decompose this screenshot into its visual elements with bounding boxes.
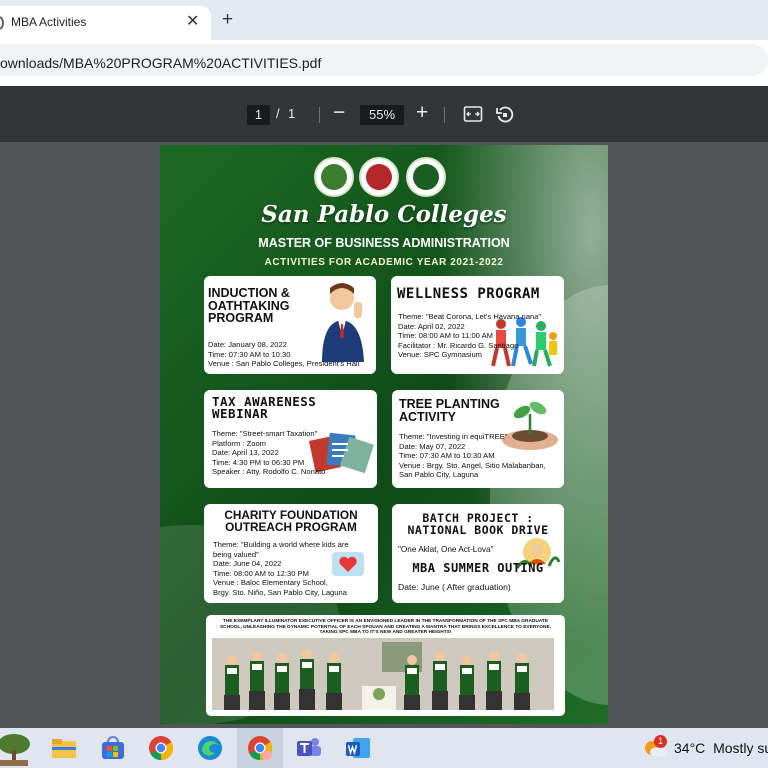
card-heading: TREE PLANTING ACTIVITY: [399, 397, 500, 424]
notification-badge: 1: [654, 735, 667, 748]
globe-icon: [0, 16, 4, 30]
footer-statement: THE EXEMPLARY ILLUMINATOR EXECUTIVE OFFI…: [219, 619, 552, 636]
card-heading: BATCH PROJECT : NATIONAL BOOK DRIVE: [407, 511, 549, 537]
pdf-viewer[interactable]: San Pablo Colleges MASTER OF BUSINESS AD…: [0, 142, 768, 728]
page-number-input[interactable]: 1: [247, 105, 270, 125]
college-seal-logo: [314, 157, 354, 197]
close-icon[interactable]: ✕: [186, 11, 199, 31]
summer-outing-label: MBA SUMMER OUTING: [412, 561, 544, 575]
zoom-in-button[interactable]: +: [416, 99, 428, 127]
card-tax: TAX AWARENESS WEBINAR Theme: "Street-sma…: [204, 390, 377, 488]
toolbar-divider: [444, 107, 445, 123]
card-body: Theme: "Beat Corona, Let's Havana nana" …: [398, 312, 542, 360]
card-heading: CHARITY FOUNDATION OUTREACH PROGRAM: [224, 508, 358, 534]
file-explorer-icon[interactable]: [51, 735, 77, 761]
toolbar-divider: [319, 107, 320, 123]
chrome-profile-icon[interactable]: [247, 735, 273, 761]
card-batch-project: BATCH PROJECT : NATIONAL BOOK DRIVE "One…: [392, 504, 564, 603]
card-charity: CHARITY FOUNDATION OUTREACH PROGRAM Them…: [204, 504, 378, 603]
new-tab-button[interactable]: +: [222, 9, 233, 31]
chrome-icon[interactable]: [148, 735, 174, 761]
tab-title: MBA Activities: [11, 15, 87, 29]
institute-seal-logo: [406, 157, 446, 197]
url-text[interactable]: ownloads/MBA%20PROGRAM%20ACTIVITIES.pdf: [0, 55, 321, 71]
pdf-page: San Pablo Colleges MASTER OF BUSINESS AD…: [160, 145, 608, 724]
temperature: 34°C: [674, 740, 706, 756]
program-title: MASTER OF BUSINESS ADMINISTRATION: [258, 236, 510, 250]
page-total: 1: [288, 106, 296, 121]
word-icon[interactable]: [345, 735, 371, 761]
school-title: San Pablo Colleges: [261, 201, 507, 228]
zoom-level-input[interactable]: 55%: [360, 105, 404, 125]
card-tree: TREE PLANTING ACTIVITY Theme: "Investing…: [392, 390, 564, 488]
card-heading: WELLNESS PROGRAM: [397, 286, 540, 302]
weather-condition: Mostly su: [713, 740, 768, 756]
card-body: Theme: "Street-smart Taxation" Platform …: [212, 429, 326, 477]
teams-icon[interactable]: [296, 735, 322, 761]
footer-panel: THE EXEMPLARY ILLUMINATOR EXECUTIVE OFFI…: [206, 615, 565, 716]
bonsai-widget-icon[interactable]: [0, 730, 34, 766]
card-wellness: WELLNESS PROGRAM Theme: "Beat Corona, Le…: [391, 276, 564, 374]
pdf-toolbar: 1 / 1 − 55% +: [0, 86, 768, 142]
card-theme: "One Aklat, One Act-Lova": [398, 545, 494, 554]
card-heading: INDUCTION & OATHTAKING PROGRAM: [208, 286, 290, 325]
mba-seal-logo: [359, 157, 399, 197]
taskbar: 1 34°C Mostly su: [0, 728, 768, 768]
weather-text[interactable]: 34°C Mostly su: [674, 740, 768, 756]
card-heading: TAX AWARENESS WEBINAR: [212, 394, 317, 421]
page-separator: /: [276, 106, 280, 121]
tab-strip: MBA Activities ✕ +: [0, 0, 768, 40]
card-body: Theme: "Investing in equiTREE" Date: May…: [399, 432, 546, 480]
academic-year-title: ACTIVITIES FOR ACADEMIC YEAR 2021-2022: [264, 257, 504, 268]
card-induction: INDUCTION & OATHTAKING PROGRAM Date: Jan…: [204, 276, 376, 374]
rotate-icon[interactable]: [495, 105, 515, 130]
card-body: Theme: "Building a world where kids are …: [213, 540, 349, 597]
microsoft-store-icon[interactable]: [100, 735, 126, 761]
group-photo: [212, 638, 554, 710]
zoom-out-button[interactable]: −: [333, 99, 345, 127]
edge-icon[interactable]: [197, 735, 223, 761]
card-date: Date: June ( After graduation): [398, 582, 511, 592]
group-photo-image: [212, 638, 554, 710]
address-bar: ownloads/MBA%20PROGRAM%20ACTIVITIES.pdf: [0, 40, 768, 80]
tab-mba-activities[interactable]: MBA Activities ✕: [0, 6, 211, 40]
presenter-illustration: [322, 283, 364, 362]
omnibox[interactable]: ownloads/MBA%20PROGRAM%20ACTIVITIES.pdf: [0, 44, 768, 76]
fit-to-page-icon[interactable]: [463, 105, 483, 128]
